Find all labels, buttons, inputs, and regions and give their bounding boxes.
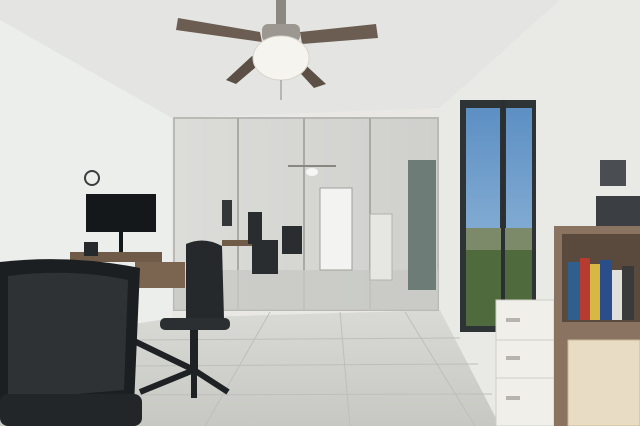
room-illustration bbox=[0, 0, 640, 426]
sliding-glass-door bbox=[460, 100, 536, 332]
room-photo bbox=[0, 0, 640, 426]
mesh-office-chair bbox=[0, 259, 142, 426]
drawer-cabinet bbox=[495, 299, 555, 426]
